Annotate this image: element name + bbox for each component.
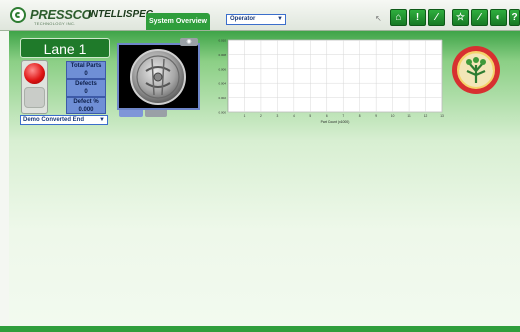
chevron-down-icon: ▼ [99, 117, 105, 123]
total-parts-label: Total Parts [70, 63, 102, 69]
star-icon: ☆ [456, 12, 465, 23]
defects-value: 0 [84, 89, 88, 95]
x-tick-label: 11 [407, 114, 411, 118]
y-tick-label: 0.008 [218, 53, 226, 57]
x-tick-label: 6 [326, 114, 328, 118]
role-select[interactable]: Operator ▼ [226, 14, 286, 25]
y-tick-label: 0.000 [218, 111, 226, 115]
globe-icon: ◐ [495, 12, 502, 23]
role-select-value: Operator [230, 16, 256, 22]
defect-percent-label: Defect % [73, 99, 99, 105]
defects-label: Defects [75, 81, 97, 87]
brand-name: PRESSCO [30, 7, 92, 22]
pressco-logo-icon [10, 7, 26, 23]
company-seal-logo [452, 46, 500, 94]
x-tick-label: 9 [375, 114, 377, 118]
x-tick-label: 4 [293, 114, 295, 118]
alert-icon: ! [415, 12, 420, 23]
y-tick-label: 0.006 [218, 67, 226, 71]
bottom-bar [0, 326, 520, 332]
alerts-button[interactable]: ! [409, 9, 426, 26]
tools-button[interactable]: ∕ [471, 9, 488, 26]
help-button[interactable]: ? [509, 9, 520, 26]
converted-end-select[interactable]: Demo Converted End ▼ [20, 115, 108, 125]
lane-title[interactable]: Lane 1 [20, 38, 110, 58]
chevron-down-icon: ▼ [277, 16, 283, 22]
defect-percent-stat: Defect % 0.000 [66, 97, 106, 114]
x-tick-label: 5 [309, 114, 311, 118]
x-tick-label: 7 [342, 114, 344, 118]
x-axis-label: Part Count (x1000) [321, 120, 350, 124]
camera-tab-1[interactable] [119, 110, 143, 117]
x-tick-label: 1 [244, 114, 246, 118]
defect-chart: 0.0000.0020.0040.0060.0080.0101 2 3 4 5 6 7 8 9 1… [218, 39, 444, 125]
x-tick-label: 3 [276, 114, 278, 118]
total-parts-value: 0 [84, 71, 88, 77]
defects-stat: Defects 0 [66, 79, 106, 97]
mouse-cursor-icon: ↖ [375, 14, 382, 23]
camera-image-view[interactable] [117, 43, 200, 110]
y-tick-label: 0.002 [218, 96, 226, 100]
status-light-red-icon [24, 63, 45, 84]
tab-system-overview[interactable]: System Overview [146, 13, 210, 30]
favorites-button[interactable]: ☆ [452, 9, 469, 26]
camera-settings-icon[interactable]: ◉ [180, 38, 198, 46]
product-name: INTELLISPEC [88, 9, 154, 20]
y-tick-label: 0.010 [218, 39, 226, 43]
can-end-image [130, 49, 186, 105]
maintenance-button[interactable]: ∕ [428, 9, 445, 26]
brand-subtitle: TECHNOLOGY INC. [34, 21, 76, 26]
x-tick-label: 12 [424, 114, 428, 118]
status-light-off-icon [24, 87, 45, 108]
home-icon: ⌂ [395, 12, 402, 23]
language-button[interactable]: ◐ [490, 9, 507, 26]
wrench-icon: ∕ [435, 12, 438, 23]
plot-area [227, 39, 443, 113]
x-tick-label: 10 [391, 114, 395, 118]
total-parts-stat: Total Parts 0 [66, 61, 106, 79]
x-tick-label: 13 [440, 114, 444, 118]
converted-end-value: Demo Converted End [23, 117, 85, 123]
camera-tab-2[interactable] [145, 110, 167, 117]
x-tick-label: 2 [260, 114, 262, 118]
x-tick-label: 8 [359, 114, 361, 118]
defect-percent-value: 0.000 [78, 107, 94, 113]
help-icon: ? [511, 12, 518, 23]
tools-icon: ∕ [478, 12, 481, 23]
home-button[interactable]: ⌂ [390, 9, 407, 26]
y-tick-label: 0.004 [218, 82, 226, 86]
